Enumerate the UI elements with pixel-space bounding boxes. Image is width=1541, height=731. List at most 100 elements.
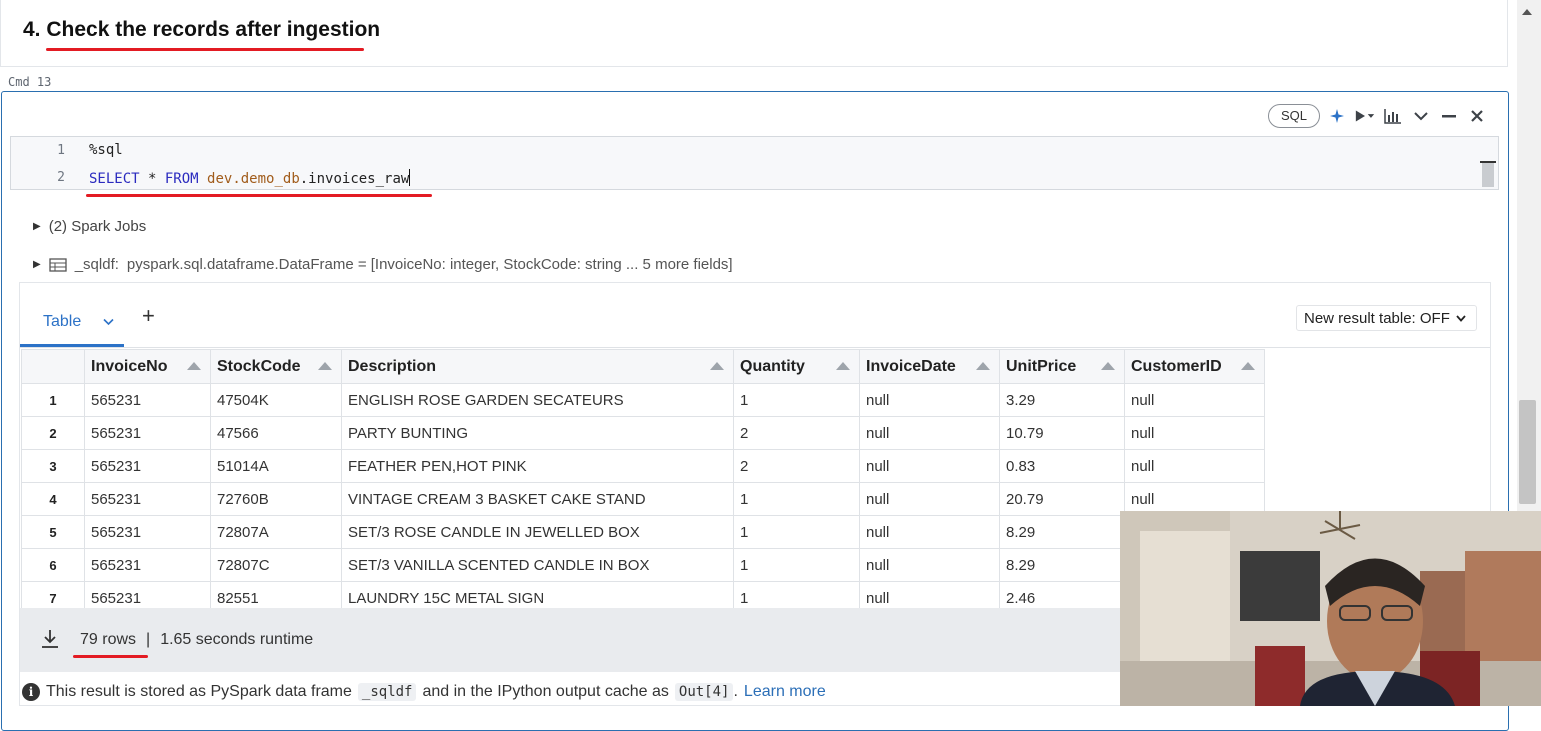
code-database: dev.demo_db [207,171,300,187]
table-cell[interactable]: FEATHER PEN,HOT PINK [341,449,734,483]
info-message: i This result is stored as PySpark data … [22,683,826,701]
table-cell[interactable]: 72807C [210,548,342,582]
new-result-table-toggle[interactable]: New result table: OFF [1296,305,1477,331]
table-cell[interactable]: VINTAGE CREAM 3 BASKET CAKE STAND [341,482,734,516]
table-cell[interactable]: PARTY BUNTING [341,416,734,450]
table-cell[interactable]: null [859,383,1000,417]
new-result-table-label: New result table: OFF [1304,309,1450,327]
table-row: 3 565231 51014A FEATHER PEN,HOT PINK 2 n… [21,449,1265,483]
table-cell[interactable]: 565231 [84,416,211,450]
table-cell[interactable]: 2 [733,449,860,483]
info-icon: i [22,683,40,701]
sort-arrow-icon[interactable] [1241,362,1255,370]
chevron-down-icon[interactable] [1410,105,1432,127]
line-gutter: 1 2 [11,137,71,189]
ai-assistant-icon[interactable] [1326,105,1348,127]
table-cell[interactable]: 2 [733,416,860,450]
sort-arrow-icon[interactable] [836,362,850,370]
column-header-label: StockCode [217,357,301,375]
code-chip: Out[4] [674,683,734,701]
table-cell[interactable]: null [859,548,1000,582]
table-cell[interactable]: 10.79 [999,416,1125,450]
close-icon[interactable] [1466,105,1488,127]
scroll-up-icon[interactable] [1520,4,1534,22]
dataframe-name: _sqldf: [74,256,119,273]
table-cell[interactable]: 0.83 [999,449,1125,483]
language-selector[interactable]: SQL [1268,104,1321,128]
table-cell[interactable]: 3.29 [999,383,1125,417]
dataframe-schema: pyspark.sql.dataframe.DataFrame = [Invoi… [126,256,733,273]
table-cell[interactable]: null [859,416,1000,450]
sort-arrow-icon[interactable] [976,362,990,370]
table-cell[interactable]: null [859,515,1000,549]
learn-more-link[interactable]: Learn more [744,683,826,701]
table-cell[interactable]: null [859,449,1000,483]
table-cell[interactable]: 565231 [84,515,211,549]
table-cell[interactable]: null [1124,449,1265,483]
table-cell[interactable]: 1 [733,383,860,417]
row-index: 3 [21,449,85,483]
table-cell[interactable]: 47504K [210,383,342,417]
editor-scrollbar[interactable] [1482,163,1494,187]
table-cell[interactable]: 1 [733,515,860,549]
column-header[interactable]: InvoiceNo [84,349,211,384]
table-cell[interactable]: null [1124,416,1265,450]
table-cell[interactable]: 8.29 [999,515,1125,549]
sort-arrow-icon[interactable] [710,362,724,370]
expand-triangle-icon: ▶ [33,221,41,232]
sort-arrow-icon[interactable] [318,362,332,370]
table-cell[interactable]: 565231 [84,482,211,516]
chevron-down-icon[interactable] [103,318,114,326]
line-number: 2 [57,170,65,185]
column-header[interactable]: UnitPrice [999,349,1125,384]
results-table: InvoiceNo StockCode Description Quantity… [21,349,1265,615]
table-cell[interactable]: 72760B [210,482,342,516]
table-cell[interactable]: 20.79 [999,482,1125,516]
column-header[interactable]: Description [341,349,734,384]
column-header[interactable]: CustomerID [1124,349,1265,384]
table-cell[interactable]: 1 [733,548,860,582]
table-cell[interactable]: ENGLISH ROSE GARDEN SECATEURS [341,383,734,417]
column-header[interactable]: InvoiceDate [859,349,1000,384]
info-text: . [733,683,738,700]
table-cell[interactable]: SET/3 ROSE CANDLE IN JEWELLED BOX [341,515,734,549]
table-cell[interactable]: 47566 [210,416,342,450]
page-scrollbar-thumb[interactable] [1519,400,1536,504]
minimize-icon[interactable] [1438,105,1460,127]
heading-underline-annotation [46,48,364,51]
sort-arrow-icon[interactable] [187,362,201,370]
code-keyword: SELECT [89,171,140,187]
tab-table[interactable]: Table [20,300,124,347]
column-header[interactable]: Quantity [733,349,860,384]
table-cell[interactable]: 1 [733,482,860,516]
spark-jobs-expander[interactable]: ▶ (2) Spark Jobs [33,218,146,235]
code-keyword: FROM [164,171,199,187]
table-cell[interactable]: null [859,482,1000,516]
table-cell[interactable]: SET/3 VANILLA SCENTED CANDLE IN BOX [341,548,734,582]
table-cell[interactable]: 72807A [210,515,342,549]
table-row: 1 565231 47504K ENGLISH ROSE GARDEN SECA… [21,383,1265,417]
table-cell[interactable]: 565231 [84,383,211,417]
column-header-label: Description [348,357,437,375]
text-cursor [409,169,411,186]
expand-triangle-icon: ▶ [33,259,41,270]
add-visualization-button[interactable]: + [142,303,155,329]
column-header-label: InvoiceDate [866,357,956,375]
section-heading: 4. Check the records after ingestion [23,18,381,41]
row-count-underline-annotation [73,655,148,658]
table-cell[interactable]: null [1124,383,1265,417]
code-token: * [139,171,165,187]
column-header[interactable]: StockCode [210,349,342,384]
code-line-2: SELECT * FROM dev.demo_db.invoices_raw [89,169,411,187]
download-icon[interactable] [40,628,60,655]
tab-table-label: Table [43,313,82,330]
chart-icon[interactable] [1382,105,1404,127]
dataframe-expander[interactable]: ▶ _sqldf: pyspark.sql.dataframe.DataFram… [33,256,733,273]
run-cell-icon[interactable] [1354,105,1376,127]
table-cell[interactable]: 565231 [84,548,211,582]
sort-arrow-icon[interactable] [1101,362,1115,370]
table-cell[interactable]: 8.29 [999,548,1125,582]
table-cell[interactable]: 565231 [84,449,211,483]
code-editor[interactable]: 1 2 %sql SELECT * FROM dev.demo_db.invoi… [10,136,1499,190]
table-cell[interactable]: 51014A [210,449,342,483]
